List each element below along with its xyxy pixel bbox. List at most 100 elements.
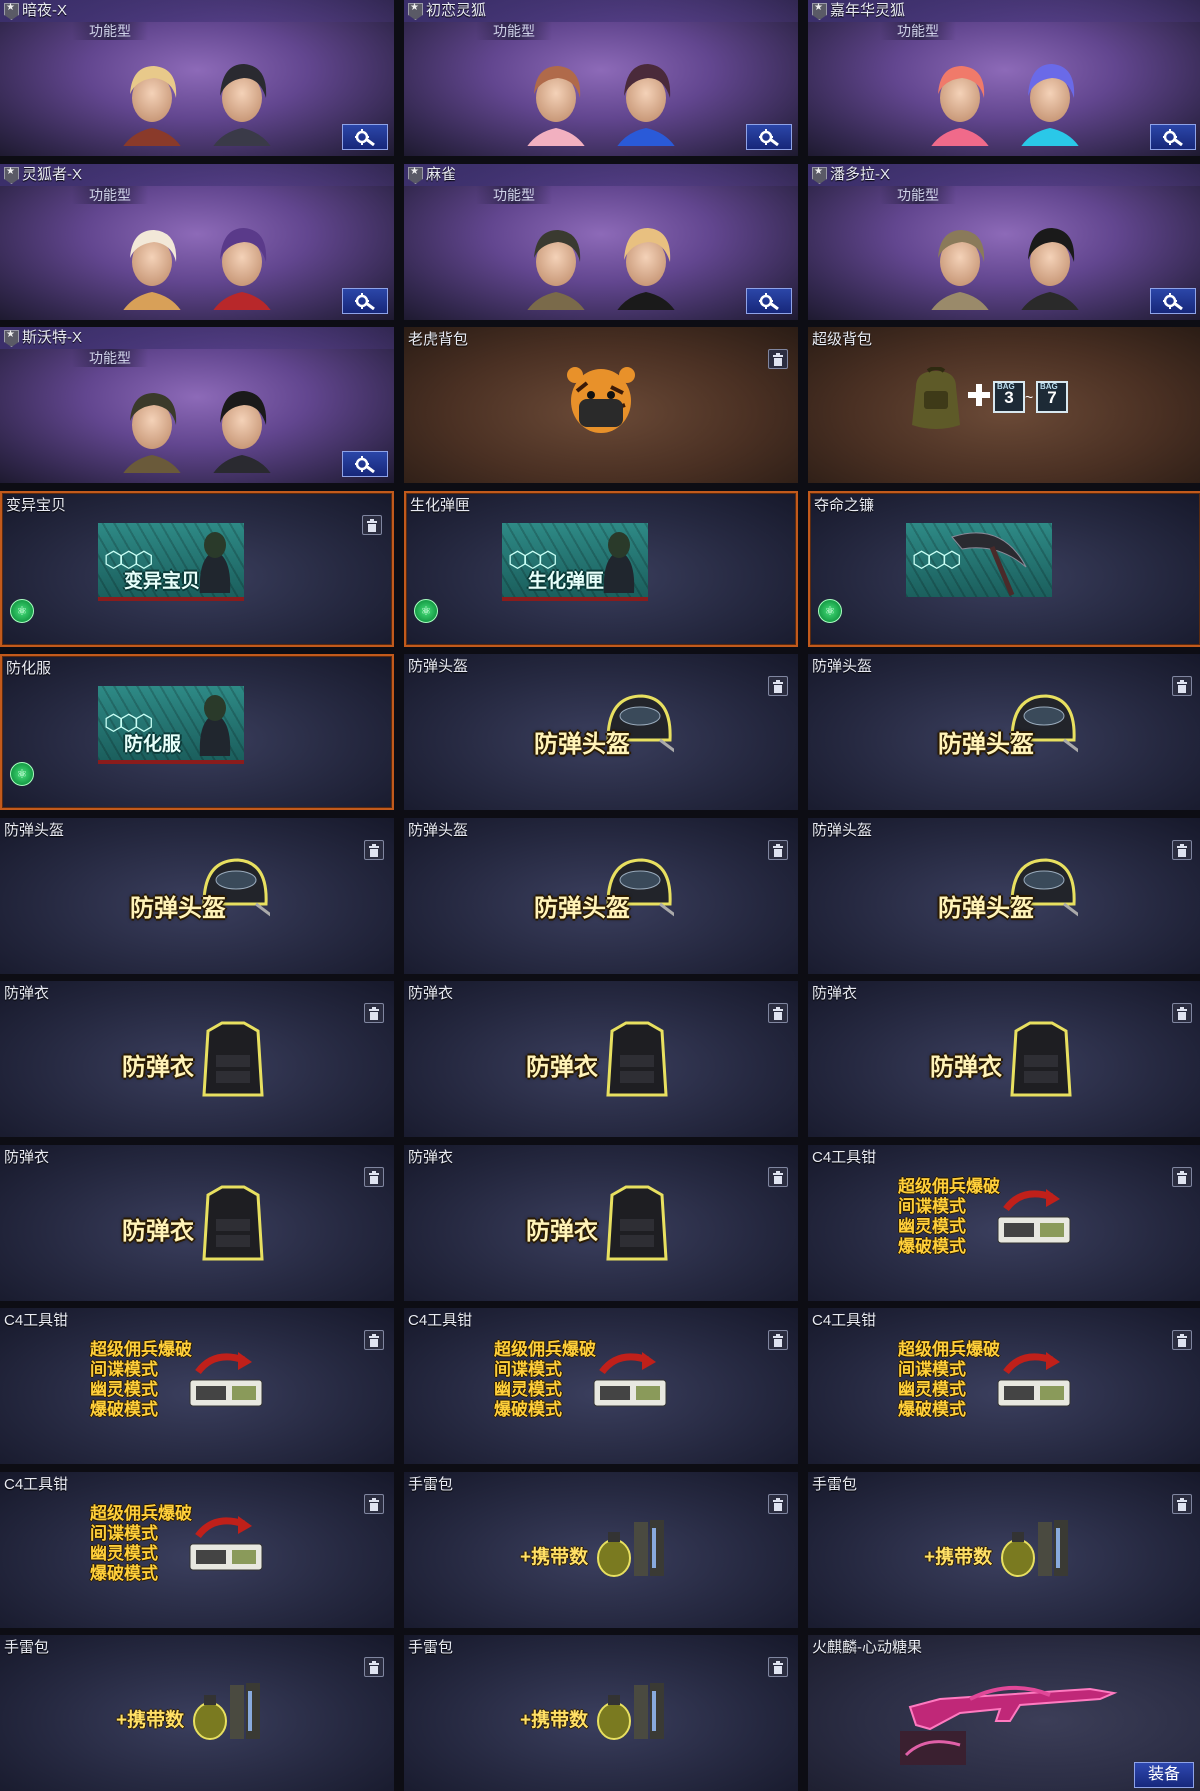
inventory-card[interactable]: ⬡⬡⬡ 防化服 防化服 ⚛ xyxy=(0,654,394,810)
trash-icon[interactable] xyxy=(364,1167,384,1187)
gear-wrench-icon xyxy=(355,293,375,310)
item-title: 夺命之镰 xyxy=(814,497,875,514)
item-art xyxy=(404,327,798,483)
equip-button[interactable]: 装备 xyxy=(1134,1762,1194,1788)
inventory-card[interactable]: BAG 3 ~ BAG 7 超级背包 xyxy=(808,327,1200,483)
bio-item-panel: ⬡⬡⬡ 防化服 xyxy=(98,686,244,764)
character-portraits xyxy=(527,64,675,146)
bio-item-label: 防化服 xyxy=(124,734,182,755)
trash-icon[interactable] xyxy=(768,676,788,696)
trash-icon[interactable] xyxy=(364,1003,384,1023)
inventory-card[interactable]: 超级佣兵爆破 间谍模式 幽灵模式 爆破模式 C4工具钳 xyxy=(0,1308,394,1464)
trash-icon[interactable] xyxy=(364,1494,384,1514)
inventory-card[interactable]: 防弹衣 防弹衣 xyxy=(0,1145,394,1301)
trash-icon[interactable] xyxy=(364,1330,384,1350)
trash-icon[interactable] xyxy=(1172,1330,1192,1350)
c4-mode-list: 超级佣兵爆破 间谍模式 幽灵模式 爆破模式 xyxy=(898,1177,1000,1257)
item-title: C4工具钳 xyxy=(4,1312,69,1329)
inventory-card[interactable]: 防弹头盔 防弹头盔 xyxy=(808,654,1200,810)
inventory-card[interactable]: 初恋灵狐功能型 xyxy=(404,0,798,156)
inventory-card[interactable]: ⬡⬡⬡ 生化弹匣 生化弹匣 ⚛ xyxy=(404,491,798,647)
inventory-card[interactable]: +携带数 手雷包 xyxy=(404,1472,798,1628)
nano-bio-icon: ⚛ xyxy=(414,599,438,623)
trash-icon[interactable] xyxy=(768,1167,788,1187)
trash-glyph xyxy=(1177,1006,1187,1020)
trash-icon[interactable] xyxy=(364,1657,384,1677)
c4-mode-item: 幽灵模式 xyxy=(898,1380,966,1399)
inventory-card[interactable]: 潘多拉-X功能型 xyxy=(808,164,1200,320)
inventory-card[interactable]: 防弹衣 防弹衣 xyxy=(404,1145,798,1301)
trash-icon[interactable] xyxy=(768,1003,788,1023)
item-title: 初恋灵狐 xyxy=(404,0,798,22)
inventory-card[interactable]: ⬡⬡⬡ 夺命之镰 ⚛ xyxy=(808,491,1200,647)
inventory-card[interactable]: 防弹头盔 防弹头盔 xyxy=(404,654,798,810)
inventory-card[interactable]: 防弹衣 防弹衣 xyxy=(0,981,394,1137)
settings-button[interactable] xyxy=(1150,288,1196,314)
inventory-card[interactable]: +携带数 手雷包 xyxy=(404,1635,798,1791)
item-art: 超级佣兵爆破 间谍模式 幽灵模式 爆破模式 xyxy=(404,1308,798,1464)
trash-icon[interactable] xyxy=(768,349,788,369)
bag-word: BAG xyxy=(997,382,1015,391)
inventory-card[interactable]: 防弹头盔 防弹头盔 xyxy=(0,818,394,974)
inventory-grid: 暗夜-X功能型 初恋灵狐功能型 嘉年华灵狐功能型 xyxy=(0,0,1200,1791)
inventory-card[interactable]: 超级佣兵爆破 间谍模式 幽灵模式 爆破模式 C4工具钳 xyxy=(808,1308,1200,1464)
inventory-card[interactable]: 灵狐者-X功能型 xyxy=(0,164,394,320)
character-portraits xyxy=(931,228,1079,310)
trash-icon[interactable] xyxy=(362,515,382,535)
trash-icon[interactable] xyxy=(1172,1167,1192,1187)
trash-glyph xyxy=(369,1497,379,1511)
item-title: C4工具钳 xyxy=(812,1312,877,1329)
trash-icon[interactable] xyxy=(768,1494,788,1514)
item-title: 防弹头盔 xyxy=(408,658,469,675)
gear-wrench-icon xyxy=(759,129,779,146)
inventory-card[interactable]: 防弹头盔 防弹头盔 xyxy=(808,818,1200,974)
inventory-card[interactable]: 超级佣兵爆破 间谍模式 幽灵模式 爆破模式 C4工具钳 xyxy=(0,1472,394,1628)
bio-item-panel: ⬡⬡⬡ xyxy=(906,523,1052,597)
inventory-card[interactable]: +携带数 手雷包 xyxy=(0,1635,394,1791)
inventory-card[interactable]: 超级佣兵爆破 间谍模式 幽灵模式 爆破模式 C4工具钳 xyxy=(404,1308,798,1464)
inventory-card[interactable]: 麻雀功能型 xyxy=(404,164,798,320)
bio-item-panel: ⬡⬡⬡ 生化弹匣 xyxy=(502,523,648,601)
item-art: +携带数 xyxy=(404,1635,798,1791)
settings-button[interactable] xyxy=(746,124,792,150)
inventory-card[interactable]: 嘉年华灵狐功能型 xyxy=(808,0,1200,156)
nano-bio-icon: ⚛ xyxy=(10,762,34,786)
item-title: 嘉年华灵狐 xyxy=(808,0,1200,22)
item-title: 手雷包 xyxy=(4,1639,50,1656)
inventory-card[interactable]: 斯沃特-X功能型 xyxy=(0,327,394,483)
inventory-card[interactable]: 老虎背包 xyxy=(404,327,798,483)
trash-icon[interactable] xyxy=(1172,676,1192,696)
c4-mode-item: 幽灵模式 xyxy=(90,1544,158,1563)
inventory-card[interactable]: 防弹头盔 防弹头盔 xyxy=(404,818,798,974)
trash-icon[interactable] xyxy=(1172,1494,1192,1514)
inventory-card[interactable]: 暗夜-X功能型 xyxy=(0,0,394,156)
inventory-card[interactable]: 防弹衣 防弹衣 xyxy=(808,981,1200,1137)
bio-item-label: 变异宝贝 xyxy=(124,571,201,592)
carry-count-label: +携带数 xyxy=(924,1547,993,1568)
trash-icon[interactable] xyxy=(768,1657,788,1677)
inventory-card[interactable]: 火麒麟-心动糖果 装备 xyxy=(808,1635,1200,1791)
item-title: 防弹衣 xyxy=(4,985,50,1002)
nano-bio-icon: ⚛ xyxy=(10,599,34,623)
item-art: ⬡⬡⬡ 防化服 xyxy=(2,656,392,808)
trash-glyph xyxy=(773,1660,783,1674)
inventory-card[interactable]: 超级佣兵爆破 间谍模式 幽灵模式 爆破模式 C4工具钳 xyxy=(808,1145,1200,1301)
settings-button[interactable] xyxy=(342,288,388,314)
inventory-card[interactable]: ⬡⬡⬡ 变异宝贝 变异宝贝 ⚛ xyxy=(0,491,394,647)
trash-icon[interactable] xyxy=(1172,1003,1192,1023)
inventory-card[interactable]: +携带数 手雷包 xyxy=(808,1472,1200,1628)
inventory-card[interactable]: 防弹衣 防弹衣 xyxy=(404,981,798,1137)
c4-mode-item: 幽灵模式 xyxy=(494,1380,562,1399)
trash-icon[interactable] xyxy=(768,1330,788,1350)
settings-button[interactable] xyxy=(746,288,792,314)
trash-glyph xyxy=(773,1006,783,1020)
grenade-art xyxy=(193,1683,260,1740)
settings-button[interactable] xyxy=(342,124,388,150)
item-art-label: 防弹头盔 xyxy=(534,731,630,758)
settings-button[interactable] xyxy=(342,451,388,477)
trash-icon[interactable] xyxy=(364,840,384,860)
trash-icon[interactable] xyxy=(768,840,788,860)
settings-button[interactable] xyxy=(1150,124,1196,150)
trash-icon[interactable] xyxy=(1172,840,1192,860)
item-title: 斯沃特-X xyxy=(0,327,394,349)
